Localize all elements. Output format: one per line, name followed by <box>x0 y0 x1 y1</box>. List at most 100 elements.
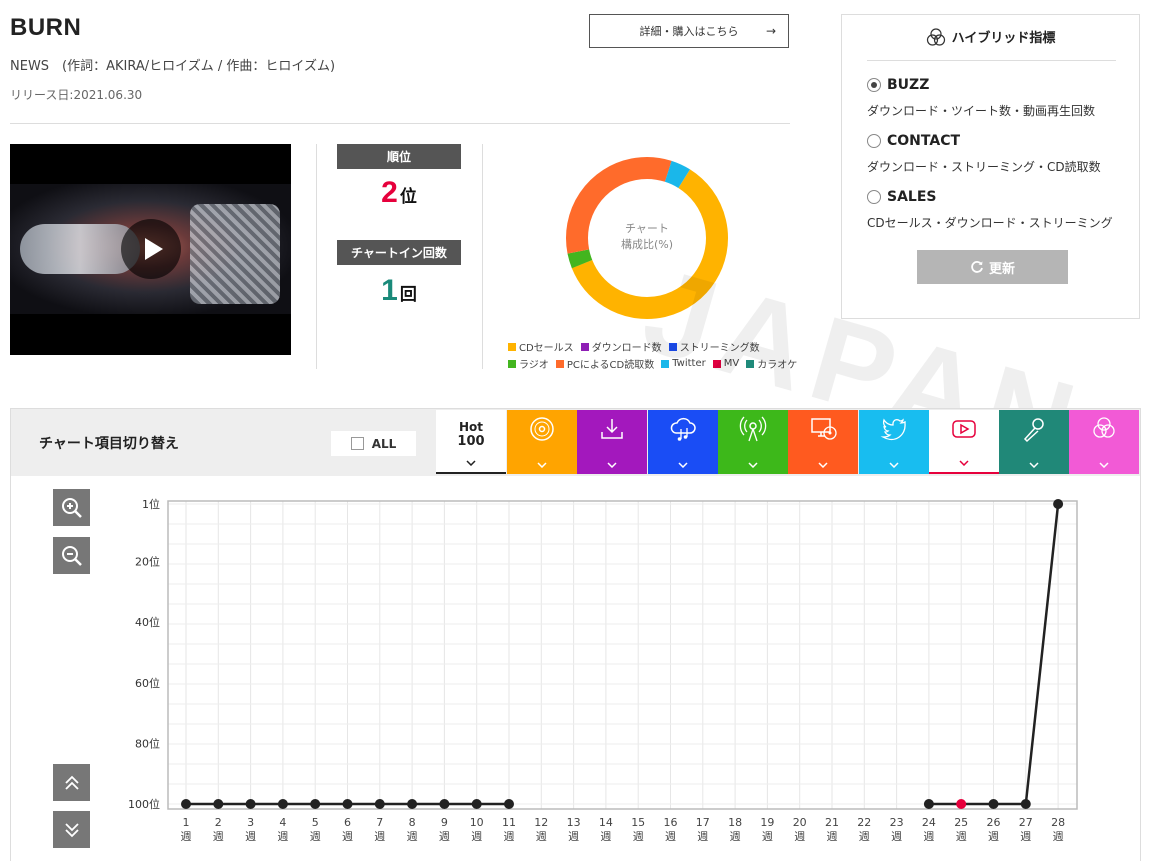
data-point[interactable] <box>1020 799 1031 809</box>
detail-purchase-label: 詳細・購入はこちら <box>639 25 739 38</box>
hybrid-option-desc: ダウンロード・ツイート数・動画再生回数 <box>867 104 1096 118</box>
x-tick-label: 6 <box>344 816 351 829</box>
legend-item: PCによるCD読取数 <box>555 356 655 371</box>
data-point[interactable] <box>374 799 385 809</box>
legend-swatch <box>580 342 589 351</box>
data-point-highlight[interactable] <box>956 799 967 809</box>
x-tick-label: 19 <box>760 816 774 829</box>
data-point[interactable] <box>277 799 288 809</box>
divider <box>867 60 1116 61</box>
hybrid-index-panel: ハイブリッド指標 BUZZ ダウンロード・ツイート数・動画再生回数 CONTAC… <box>841 14 1140 319</box>
data-point[interactable] <box>439 799 450 809</box>
x-tick-label: 8 <box>409 816 416 829</box>
detail-purchase-button[interactable]: 詳細・購入はこちら → <box>589 14 789 48</box>
divider <box>316 144 317 369</box>
x-tick-label: 18 <box>728 816 742 829</box>
x-tick-unit: 週 <box>277 830 288 843</box>
x-tick-label: 27 <box>1019 816 1033 829</box>
y-tick-label: 1位 <box>142 497 160 511</box>
video-figure-jacket <box>190 204 280 304</box>
y-tick-label: 20位 <box>135 555 160 569</box>
data-point[interactable] <box>181 799 191 809</box>
chartin-unit: 回 <box>399 285 417 305</box>
hybrid-option-buzz[interactable]: BUZZ <box>867 77 929 93</box>
x-tick-unit: 週 <box>181 830 192 843</box>
x-tick-unit: 週 <box>762 830 773 843</box>
x-tick-unit: 週 <box>407 830 418 843</box>
data-point[interactable] <box>1053 499 1064 509</box>
legend-label: Twitter <box>672 358 706 369</box>
rank-history-line-chart: 1位20位40位60位80位100位1週2週3週4週5週6週7週8週9週10週1… <box>128 497 1078 843</box>
x-tick-unit: 週 <box>891 830 902 843</box>
y-tick-label: 80位 <box>135 736 160 750</box>
legend-item: ラジオ <box>508 356 549 371</box>
legend-item: Twitter <box>661 356 706 371</box>
data-point[interactable] <box>504 799 514 809</box>
rank-value: 2 <box>381 176 398 209</box>
data-point[interactable] <box>310 799 321 809</box>
hybrid-option-desc: CDセールス・ダウンロード・ストリーミング <box>867 216 1113 230</box>
legend-item: ストリーミング数 <box>668 339 760 354</box>
rank-value-box: 2位 <box>337 176 461 210</box>
song-credits: NEWS (作詞：AKIRA/ヒロイズム / 作曲：ヒロイズム) <box>10 59 336 74</box>
legend-label: ラジオ <box>519 360 549 371</box>
refresh-icon <box>971 261 983 273</box>
x-tick-unit: 週 <box>471 830 482 843</box>
y-tick-label: 60位 <box>135 676 160 690</box>
data-point[interactable] <box>342 799 353 809</box>
x-tick-label: 4 <box>279 816 286 829</box>
x-tick-unit: 週 <box>730 830 741 843</box>
legend-item: ダウンロード数 <box>580 339 662 354</box>
hybrid-title-text: ハイブリッド指標 <box>951 31 1056 46</box>
donut-center-line2: 構成比(%) <box>621 238 673 251</box>
radio-selected[interactable] <box>867 78 881 92</box>
y-tick-label: 100位 <box>128 797 160 811</box>
hybrid-option-label: CONTACT <box>887 133 961 149</box>
rank-label: 順位 <box>337 144 461 169</box>
x-tick-unit: 週 <box>1020 830 1031 843</box>
data-point[interactable] <box>407 799 418 809</box>
x-tick-unit: 週 <box>956 830 967 843</box>
divider <box>482 144 483 369</box>
data-point[interactable] <box>245 799 256 809</box>
data-point[interactable] <box>923 799 934 809</box>
legend-label: MV <box>723 358 740 369</box>
hybrid-option-label: BUZZ <box>887 77 930 93</box>
x-tick-unit: 週 <box>859 830 870 843</box>
x-tick-unit: 週 <box>988 830 999 843</box>
legend-item: CDセールス <box>508 339 574 354</box>
x-tick-unit: 週 <box>923 830 934 843</box>
legend-swatch <box>746 359 755 368</box>
x-tick-label: 3 <box>247 816 254 829</box>
x-tick-unit: 週 <box>374 830 385 843</box>
x-tick-unit: 週 <box>310 830 321 843</box>
play-icon[interactable] <box>121 219 181 279</box>
data-point[interactable] <box>213 799 224 809</box>
x-tick-unit: 週 <box>439 830 450 843</box>
hybrid-option-contact[interactable]: CONTACT <box>867 133 960 149</box>
radio-unselected[interactable] <box>867 190 881 204</box>
x-tick-label: 26 <box>987 816 1001 829</box>
x-tick-label: 12 <box>534 816 548 829</box>
x-tick-label: 13 <box>567 816 581 829</box>
hybrid-option-sales[interactable]: SALES <box>867 189 937 205</box>
data-point[interactable] <box>471 799 482 809</box>
refresh-button[interactable]: 更新 <box>917 250 1068 284</box>
legend-label: PCによるCD読取数 <box>566 360 655 371</box>
data-point[interactable] <box>988 799 999 809</box>
rank-unit: 位 <box>399 187 417 207</box>
hybrid-title: ハイブリッド指標 <box>842 27 1139 46</box>
x-tick-unit: 週 <box>245 830 256 843</box>
x-tick-label: 25 <box>954 816 968 829</box>
video-thumbnail[interactable] <box>10 144 291 355</box>
x-tick-label: 1 <box>183 816 190 829</box>
hybrid-option-label: SALES <box>887 189 937 205</box>
legend-label: ストリーミング数 <box>679 343 760 354</box>
hybrid-option-desc: ダウンロード・ストリーミング・CD読取数 <box>867 160 1101 174</box>
radio-unselected[interactable] <box>867 134 881 148</box>
legend-swatch <box>508 359 516 368</box>
chartin-value: 1 <box>381 274 398 307</box>
refresh-label: 更新 <box>988 261 1015 277</box>
chartin-label: チャートイン回数 <box>337 240 461 265</box>
x-tick-label: 24 <box>922 816 936 829</box>
